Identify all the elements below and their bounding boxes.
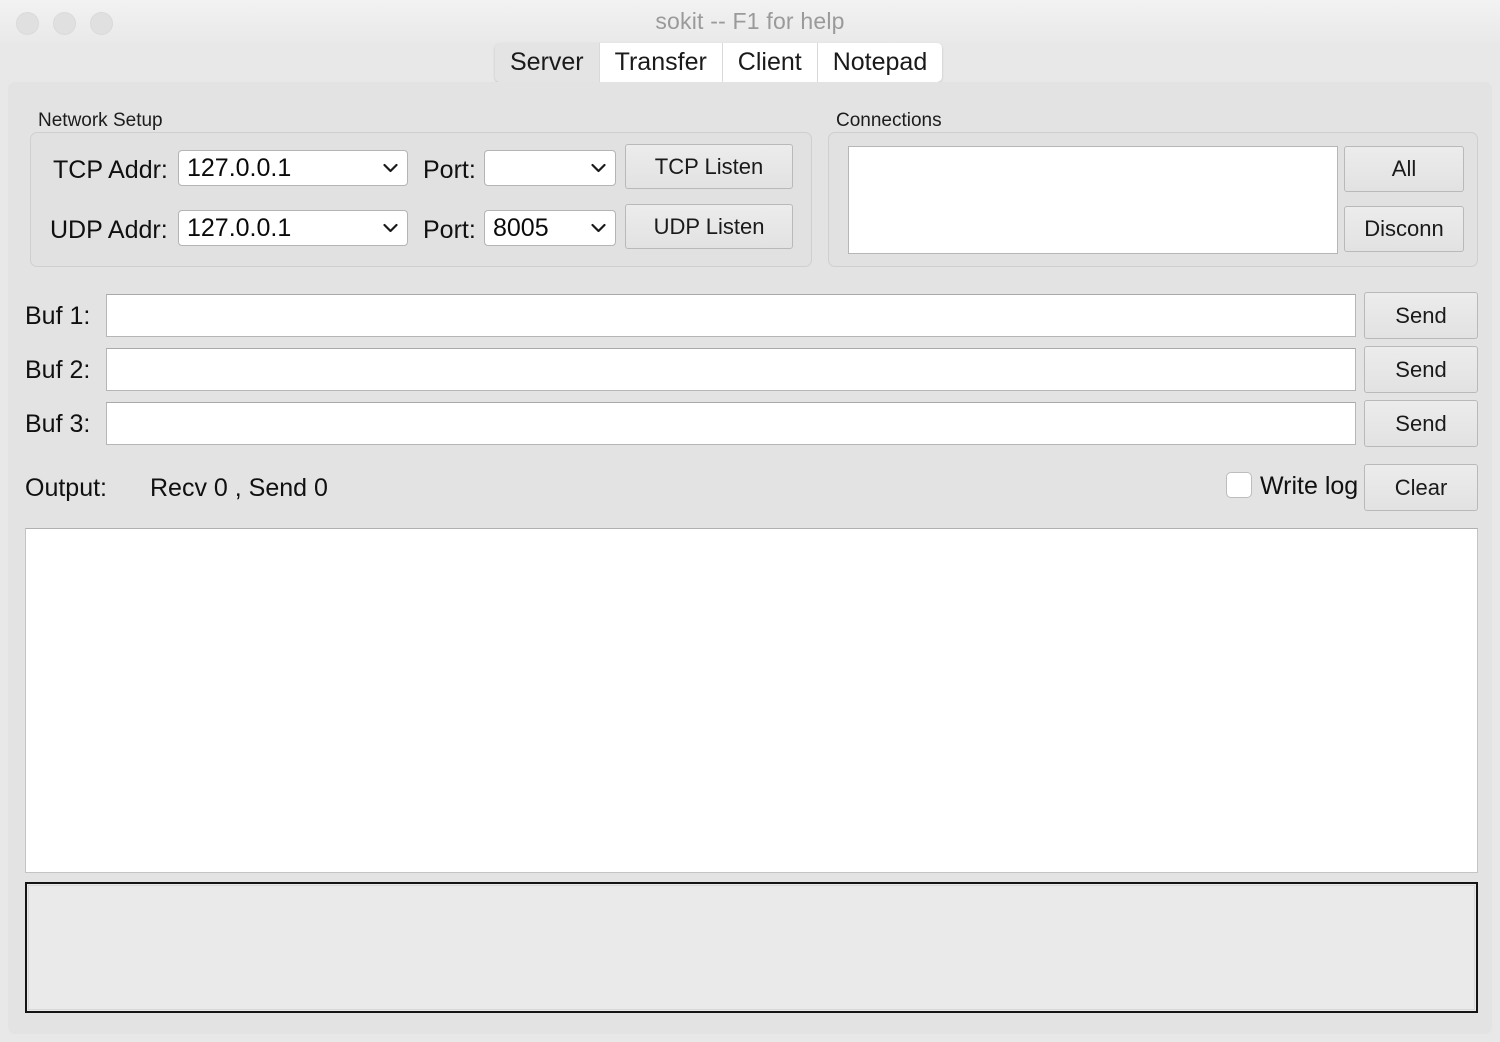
chevron-down-icon bbox=[585, 163, 615, 173]
output-label: Output: bbox=[25, 474, 107, 502]
udp-addr-label: UDP Addr: bbox=[50, 216, 168, 244]
tab-transfer[interactable]: Transfer bbox=[599, 43, 723, 82]
write-log-label: Write log bbox=[1260, 472, 1359, 500]
tcp-addr-value: 127.0.0.1 bbox=[187, 153, 292, 182]
server-tab-panel: Network Setup TCP Addr: 127.0.0.1 Port: … bbox=[8, 82, 1492, 1034]
buf1-label: Buf 1: bbox=[25, 302, 91, 330]
tab-strip: Server Transfer Client Notepad bbox=[0, 43, 1500, 82]
chevron-down-icon bbox=[377, 163, 407, 173]
udp-addr-select[interactable]: 127.0.0.1 bbox=[178, 210, 408, 246]
app-window: sokit -- F1 for help Server Transfer Cli… bbox=[0, 0, 1500, 1042]
buf3-send-button[interactable]: Send bbox=[1364, 400, 1478, 447]
network-setup-group-label: Network Setup bbox=[38, 110, 163, 131]
window-title: sokit -- F1 for help bbox=[655, 8, 845, 34]
tab-notepad[interactable]: Notepad bbox=[817, 43, 943, 82]
chevron-down-icon bbox=[377, 223, 407, 233]
udp-addr-value: 127.0.0.1 bbox=[187, 213, 292, 242]
buf1-input[interactable] bbox=[106, 294, 1356, 337]
connections-list[interactable] bbox=[848, 146, 1338, 254]
tcp-port-label: Port: bbox=[423, 156, 476, 184]
connections-all-button[interactable]: All bbox=[1344, 146, 1464, 192]
command-input-inner bbox=[28, 885, 1475, 1010]
buf3-label: Buf 3: bbox=[25, 410, 91, 438]
udp-listen-button[interactable]: UDP Listen bbox=[625, 204, 793, 249]
buf2-send-button[interactable]: Send bbox=[1364, 346, 1478, 393]
udp-port-value: 8005 bbox=[493, 213, 549, 242]
connections-group-label: Connections bbox=[836, 110, 942, 131]
tcp-addr-label: TCP Addr: bbox=[53, 156, 168, 184]
clear-button[interactable]: Clear bbox=[1364, 464, 1478, 511]
tcp-addr-select[interactable]: 127.0.0.1 bbox=[178, 150, 408, 186]
udp-port-label: Port: bbox=[423, 216, 476, 244]
connections-disconnect-button[interactable]: Disconn bbox=[1344, 206, 1464, 252]
buf3-input[interactable] bbox=[106, 402, 1356, 445]
write-log-checkbox[interactable] bbox=[1226, 472, 1252, 498]
command-input-area[interactable] bbox=[25, 882, 1478, 1013]
tcp-listen-button[interactable]: TCP Listen bbox=[625, 144, 793, 189]
output-counters: Recv 0 , Send 0 bbox=[150, 474, 328, 502]
output-log-area[interactable] bbox=[25, 528, 1478, 873]
buf1-send-button[interactable]: Send bbox=[1364, 292, 1478, 339]
buf2-input[interactable] bbox=[106, 348, 1356, 391]
tab-list: Server Transfer Client Notepad bbox=[495, 43, 943, 82]
udp-port-select[interactable]: 8005 bbox=[484, 210, 616, 246]
chevron-down-icon bbox=[585, 223, 615, 233]
tcp-port-select[interactable] bbox=[484, 150, 616, 186]
tab-client[interactable]: Client bbox=[722, 43, 818, 82]
buf2-label: Buf 2: bbox=[25, 356, 91, 384]
tab-server[interactable]: Server bbox=[495, 43, 600, 82]
titlebar: sokit -- F1 for help bbox=[0, 0, 1500, 44]
